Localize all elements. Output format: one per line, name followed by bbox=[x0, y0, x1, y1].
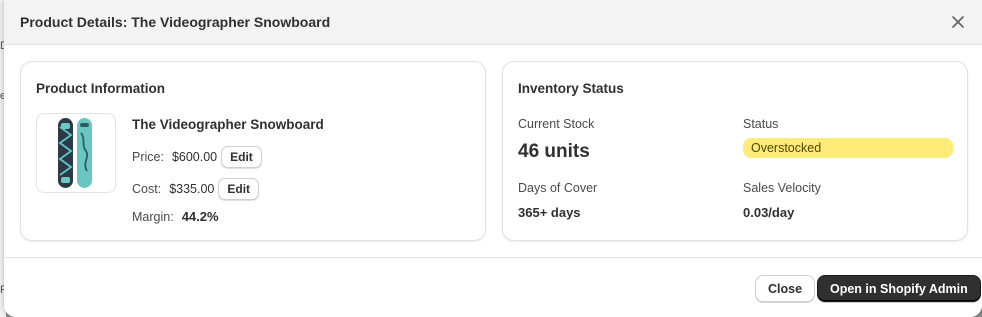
modal-body: Product Information The Videographer Sno… bbox=[4, 45, 982, 257]
inventory-status-card: Inventory Status Current Stock 46 units … bbox=[502, 61, 968, 241]
product-details-modal: Product Details: The Videographer Snowbo… bbox=[4, 0, 982, 317]
product-name: The Videographer Snowboard bbox=[132, 117, 324, 132]
sales-velocity-value: 0.03/day bbox=[743, 205, 795, 220]
status-label: Status bbox=[743, 117, 779, 131]
cost-label: Cost: bbox=[132, 182, 162, 196]
price-value: $600.00 bbox=[171, 150, 218, 164]
price-label: Price: bbox=[132, 150, 164, 164]
product-information-heading: Product Information bbox=[36, 81, 165, 96]
days-of-cover-value: 365+ days bbox=[518, 205, 581, 220]
cost-value: $335.00 bbox=[169, 182, 215, 196]
margin-row: Margin: 44.2% bbox=[132, 209, 219, 224]
product-information-card: Product Information The Videographer Sno… bbox=[20, 61, 486, 241]
close-icon[interactable] bbox=[948, 12, 968, 32]
current-stock-value: 46 units bbox=[518, 141, 590, 162]
modal-footer: Close Open in Shopify Admin bbox=[4, 257, 982, 317]
current-stock-label: Current Stock bbox=[518, 117, 595, 131]
snowboard-image bbox=[36, 113, 116, 193]
sales-velocity-label: Sales Velocity bbox=[743, 181, 821, 195]
open-in-shopify-admin-button[interactable]: Open in Shopify Admin bbox=[817, 275, 981, 302]
close-button[interactable]: Close bbox=[755, 275, 816, 302]
edit-price-button[interactable]: Edit bbox=[221, 146, 262, 168]
cost-row: Cost: $335.00 Edit bbox=[132, 178, 260, 200]
edit-cost-button[interactable]: Edit bbox=[218, 178, 260, 200]
modal-title: Product Details: The Videographer Snowbo… bbox=[20, 14, 331, 30]
inventory-status-heading: Inventory Status bbox=[518, 81, 624, 96]
margin-label: Margin: bbox=[132, 209, 174, 224]
margin-value: 44.2% bbox=[181, 209, 219, 224]
status-badge: Overstocked bbox=[743, 138, 953, 158]
price-row: Price: $600.00 Edit bbox=[132, 146, 262, 168]
days-of-cover-label: Days of Cover bbox=[518, 181, 598, 195]
modal-header: Product Details: The Videographer Snowbo… bbox=[4, 0, 982, 45]
